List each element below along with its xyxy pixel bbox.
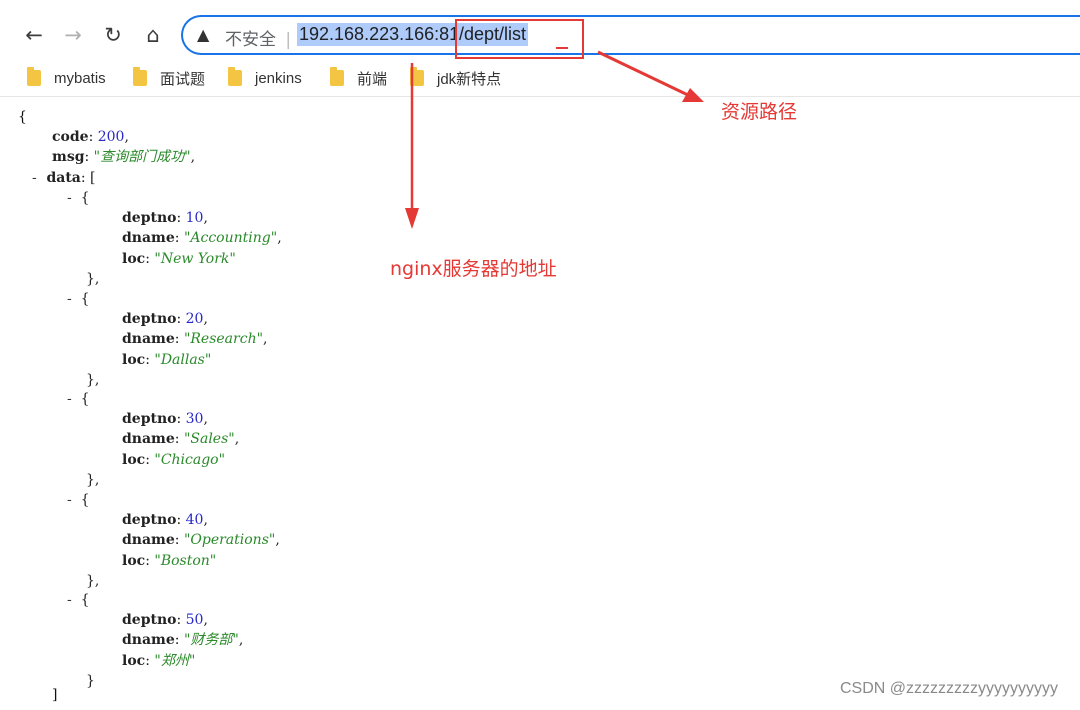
bookmark-mybatis[interactable]: mybatis [27,66,106,90]
deptno-value: 40 [185,512,204,528]
json-item-deptno: deptno: 40, [122,512,208,528]
msg-value: 查询部门成功 [100,149,185,165]
deptno-value: 50 [185,612,204,628]
dname-value: Accounting [190,230,271,246]
json-viewer: { code: 200, msg: "查询部门成功", - data: [ - … [0,100,1080,710]
json-item-loc: loc: "New York" [122,251,236,267]
bookmark-label: 前端 [357,70,388,88]
bookmark-jenkins[interactable]: jenkins [228,66,302,90]
json-item-close: }, [86,372,100,388]
json-field-data: - data: [ [32,170,96,186]
folder-icon [228,67,242,86]
bookmark-frontend[interactable]: 前端 [330,66,387,90]
deptno-value: 10 [185,210,204,226]
watermark: CSDN @zzzzzzzzzyyyyyyyyyy [840,680,1059,697]
json-item-deptno: deptno: 30, [122,411,208,427]
deptno-value: 20 [185,311,204,327]
json-item-open: - { [67,291,90,307]
json-item-open: - { [67,391,90,407]
json-field-msg: msg: "查询部门成功", [52,149,196,165]
path-highlight-box [455,19,584,59]
bookmark-jdk[interactable]: jdk新特点 [410,66,501,90]
security-text: 不安全 [225,30,276,50]
annotation-resource-path: 资源路径 [721,101,798,123]
json-item-deptno: deptno: 20, [122,311,208,327]
json-item-loc: loc: "Chicago" [122,452,226,468]
annotation-nginx-address: nginx服务器的地址 [390,258,557,280]
folder-icon [27,67,41,86]
bookmark-label: jenkins [255,69,302,87]
address-bar[interactable]: ▲ 不安全 | 192.168.223.166:81 /dept/list [181,15,1080,55]
loc-value: New York [160,251,230,267]
folder-icon [410,67,424,86]
dname-value: Research [190,331,257,347]
json-field-code: code: 200, [52,129,129,145]
code-value: 200 [97,129,125,145]
security-separator: | [285,30,292,50]
json-item-dname: dname: "Accounting", [122,230,282,246]
text-caret [556,47,568,49]
json-item-dname: dname: "Sales", [122,431,240,447]
json-item-dname: dname: "Operations", [122,532,280,548]
json-item-open: - { [67,492,90,508]
reload-icon[interactable]: ↻ [96,18,130,52]
json-item-loc: loc: "Boston" [122,553,217,569]
bookmark-label: jdk新特点 [437,70,502,88]
bookmark-label: mybatis [54,69,106,87]
dname-value: Sales [190,431,229,447]
json-item-close: } [86,673,95,689]
bookmark-label: 面试题 [160,70,206,88]
home-icon[interactable]: ⌂ [136,18,170,52]
json-item-close: }, [86,271,100,287]
loc-value: 郑州 [160,653,189,669]
json-item-close: }, [86,573,100,589]
json-item-close: }, [86,472,100,488]
json-array-close: ] [52,687,58,703]
forward-icon[interactable]: → [56,18,90,52]
back-icon[interactable]: ← [17,18,51,52]
dname-value: Operations [190,532,269,548]
json-item-deptno: deptno: 10, [122,210,208,226]
warning-triangle-icon[interactable]: ▲ [197,25,209,44]
json-item-dname: dname: "Research", [122,331,268,347]
json-item-open: - { [67,592,90,608]
url-host[interactable]: 192.168.223.166:81 [297,23,462,46]
json-item-dname: dname: "财务部", [122,632,244,648]
json-item-loc: loc: "郑州" [122,653,196,669]
folder-icon [330,67,344,86]
bookmark-interview[interactable]: 面试题 [133,66,205,90]
json-item-open: - { [67,190,90,206]
loc-value: Chicago [160,452,219,468]
loc-value: Dallas [160,352,205,368]
deptno-value: 30 [185,411,204,427]
json-item-loc: loc: "Dallas" [122,352,212,368]
security-label[interactable]: 不安全 | [225,25,291,50]
bookmarks-bar: mybatis 面试题 jenkins 前端 jdk新特点 [0,60,1080,97]
folder-icon [133,67,147,86]
loc-value: Boston [160,553,210,569]
json-item-deptno: deptno: 50, [122,612,208,628]
dname-value: 财务部 [190,632,233,648]
json-open-brace: { [18,109,27,125]
